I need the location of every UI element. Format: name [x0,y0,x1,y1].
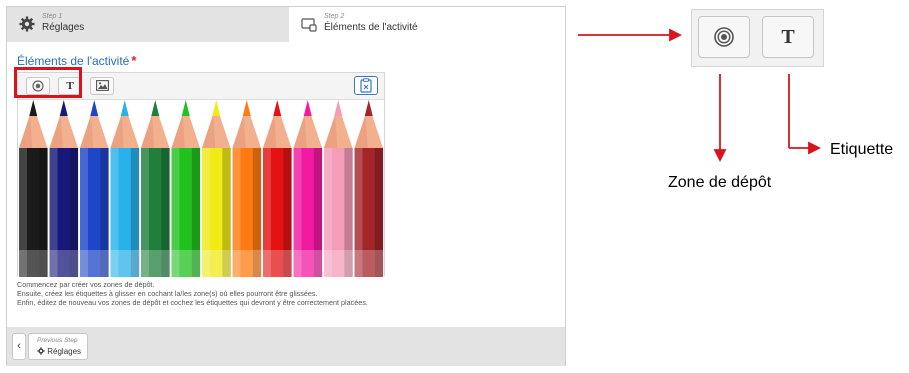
zoomed-toolbar: T [691,9,824,67]
previous-step-label-wrap: Réglages [37,347,81,356]
previous-step-label: Réglages [47,347,82,356]
instructions: Commencez par créer vos zones de dépôt. … [17,280,368,307]
gear-icon [19,16,35,32]
pencil [171,100,201,277]
pencil [19,100,48,277]
etiquette-callout: Etiquette [830,141,894,158]
step-1-title: Réglages [42,22,85,33]
arrow-head [713,149,727,163]
section-title-text: Éléments de l'activité [17,54,130,68]
zone-callout: Zone de dépôt [668,174,772,191]
step-1-tab[interactable]: Step 1 Réglages [7,7,289,42]
previous-step-caption: Previous Step [37,337,78,344]
target-icon [714,27,734,47]
add-image-button[interactable] [90,77,114,95]
pencil [324,100,353,277]
clipboard-button[interactable] [354,76,378,95]
previous-step-button[interactable]: Previous Step Réglages [28,333,88,360]
pencil [49,100,79,277]
pencils-image [19,100,384,277]
pencil [293,100,323,277]
activity-canvas[interactable] [18,100,384,277]
step-2-number: Step 2 [324,13,345,20]
arrow-head [808,141,822,155]
pencil [232,100,262,277]
clipboard-icon [360,78,372,93]
wizard-steps: Step 1 Réglages Step 2 Éléments de l'act… [7,7,565,42]
step-2-tab[interactable]: Step 2 Éléments de l'activité [289,7,565,42]
wizard-footer: ‹ Previous Step Réglages [7,327,565,366]
required-asterisk: * [131,53,137,68]
pencil [354,100,384,277]
pencil [110,100,140,277]
image-icon [95,80,109,91]
section-title: Éléments de l'activité * [17,53,136,68]
instruction-line: Enfin, éditez de nouveau vos zones de dé… [17,298,368,307]
zoom-label-button[interactable]: T [762,16,814,58]
pencil [80,100,109,277]
pencil [263,100,292,277]
monitor-icon [301,18,317,32]
instruction-line: Ensuite, créez les étiquettes à glisser … [17,289,318,298]
activity-editor: T [17,72,385,277]
instruction-line: Commencez par créer vos zones de dépôt. [17,280,155,289]
zoom-dropzone-button[interactable] [698,16,750,58]
step-2-title: Éléments de l'activité [324,22,418,33]
pencil [141,100,170,277]
step-1-number: Step 1 [42,13,63,20]
back-button[interactable]: ‹ [12,333,26,360]
highlight-box [14,67,82,98]
pencil [202,100,231,277]
gear-icon [37,347,45,355]
wizard-panel: Step 1 Réglages Step 2 Éléments de l'act… [6,6,566,366]
arrow-head [669,28,683,42]
